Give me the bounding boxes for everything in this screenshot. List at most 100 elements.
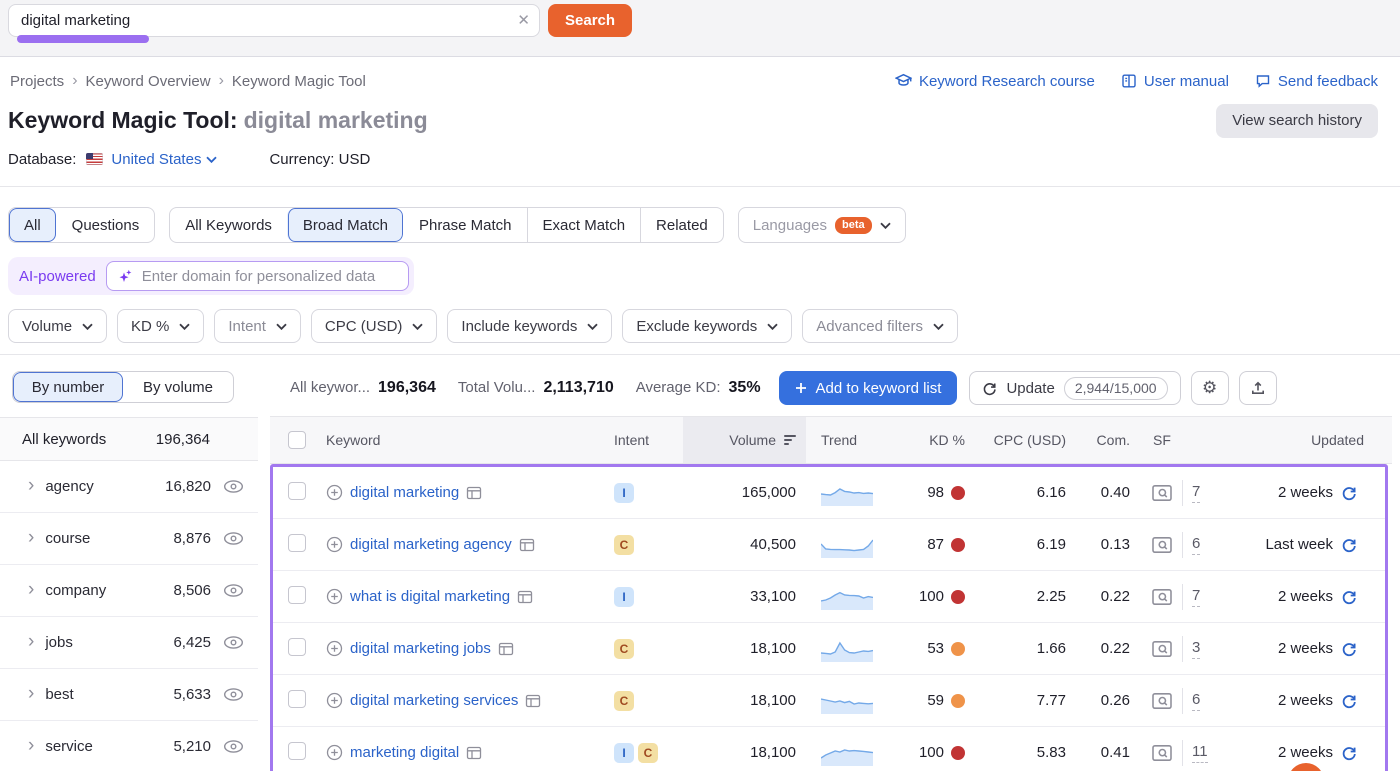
breadcrumb-item[interactable]: Projects xyxy=(10,73,64,90)
select-all-checkbox[interactable] xyxy=(288,431,306,449)
keyword-link[interactable]: what is digital marketing xyxy=(350,588,510,605)
update-button[interactable]: Update 2,944/15,000 xyxy=(969,371,1180,405)
serp-features-icon[interactable] xyxy=(1151,536,1173,554)
row-checkbox[interactable] xyxy=(288,638,306,656)
filter-dropdown[interactable]: CPC (USD) xyxy=(311,309,438,343)
row-checkbox[interactable] xyxy=(288,534,306,552)
sort-toggle-option[interactable]: By number xyxy=(13,372,123,402)
cpc-value: 2.25 xyxy=(971,588,1071,605)
filter-dropdown[interactable]: Intent xyxy=(214,309,301,343)
eye-icon[interactable] xyxy=(223,635,244,650)
keyword-link[interactable]: marketing digital xyxy=(350,744,459,761)
sort-toggle-option[interactable]: By volume xyxy=(123,372,233,402)
serp-preview-icon[interactable] xyxy=(466,746,482,760)
tab[interactable]: Exact Match xyxy=(527,208,641,242)
chevron-right-icon[interactable]: › xyxy=(28,476,34,495)
add-keyword-icon[interactable] xyxy=(326,692,343,709)
tab[interactable]: All Keywords xyxy=(170,208,287,242)
search-input[interactable] xyxy=(8,4,540,37)
chevron-right-icon[interactable]: › xyxy=(28,528,34,547)
keyword-group-row[interactable]: › course 8,876 xyxy=(0,513,258,565)
divider xyxy=(1182,688,1183,714)
serp-features-icon[interactable] xyxy=(1151,640,1173,658)
view-search-history-button[interactable]: View search history xyxy=(1216,104,1378,138)
row-checkbox[interactable] xyxy=(288,482,306,500)
kd-difficulty-dot xyxy=(951,642,965,656)
settings-button[interactable]: ⚙ xyxy=(1191,371,1229,405)
eye-icon[interactable] xyxy=(223,531,244,546)
chevron-right-icon[interactable]: › xyxy=(28,632,34,651)
row-checkbox[interactable] xyxy=(288,586,306,604)
chevron-right-icon[interactable]: › xyxy=(28,684,34,703)
chevron-right-icon[interactable]: › xyxy=(28,736,34,755)
all-questions-tab-group: All Questions xyxy=(8,207,155,243)
serp-features-icon[interactable] xyxy=(1151,744,1173,762)
serp-preview-icon[interactable] xyxy=(525,694,541,708)
breadcrumb-item[interactable]: Keyword Overview xyxy=(86,73,211,90)
filter-dropdown[interactable]: Advanced filters xyxy=(802,309,958,343)
keyword-group-row[interactable]: › jobs 6,425 xyxy=(0,617,258,669)
chevron-right-icon[interactable]: › xyxy=(28,580,34,599)
keyword-link[interactable]: digital marketing services xyxy=(350,692,518,709)
serp-preview-icon[interactable] xyxy=(466,486,482,500)
keyword-group-row[interactable]: › best 5,633 xyxy=(0,669,258,721)
volume-value: 18,100 xyxy=(683,692,806,709)
row-checkbox[interactable] xyxy=(288,690,306,708)
languages-dropdown[interactable]: Languages beta xyxy=(738,207,906,243)
keyword-research-course-link[interactable]: Keyword Research course xyxy=(895,73,1095,90)
add-keyword-icon[interactable] xyxy=(326,588,343,605)
sf-count[interactable]: 6 xyxy=(1192,691,1200,711)
sf-count[interactable]: 3 xyxy=(1192,639,1200,659)
add-keyword-icon[interactable] xyxy=(326,536,343,553)
tab[interactable]: Questions xyxy=(56,208,155,242)
export-button[interactable] xyxy=(1239,371,1277,405)
serp-features-icon[interactable] xyxy=(1151,588,1173,606)
tab[interactable]: Broad Match xyxy=(287,208,403,242)
user-manual-link[interactable]: User manual xyxy=(1121,73,1229,90)
average-kd-stat-value: 35% xyxy=(729,379,761,397)
filter-dropdown[interactable]: Exclude keywords xyxy=(622,309,792,343)
serp-features-icon[interactable] xyxy=(1151,692,1173,710)
trend-sparkline xyxy=(806,739,906,766)
row-checkbox[interactable] xyxy=(288,742,306,760)
filter-dropdown[interactable]: KD % xyxy=(117,309,204,343)
add-keyword-icon[interactable] xyxy=(326,744,343,761)
add-keyword-icon[interactable] xyxy=(326,640,343,657)
header-links: Keyword Research course User manual Send… xyxy=(895,73,1378,90)
sf-count[interactable]: 6 xyxy=(1192,535,1200,555)
sf-count[interactable]: 7 xyxy=(1192,587,1200,607)
eye-icon[interactable] xyxy=(223,739,244,754)
send-feedback-link[interactable]: Send feedback xyxy=(1255,73,1378,90)
keyword-link[interactable]: digital marketing jobs xyxy=(350,640,491,657)
domain-input[interactable] xyxy=(142,268,398,285)
eye-icon[interactable] xyxy=(223,479,244,494)
column-volume-sort[interactable]: Volume xyxy=(683,417,806,463)
tab[interactable]: Phrase Match xyxy=(403,208,527,242)
serp-preview-icon[interactable] xyxy=(517,590,533,604)
filter-dropdown[interactable]: Volume xyxy=(8,309,107,343)
database-selector[interactable]: United States xyxy=(111,151,217,168)
eye-icon[interactable] xyxy=(223,583,244,598)
add-to-keyword-list-button[interactable]: Add to keyword list xyxy=(779,371,958,405)
sf-count[interactable]: 11 xyxy=(1192,743,1208,763)
breadcrumb-item[interactable]: Keyword Magic Tool xyxy=(232,73,366,90)
keyword-link[interactable]: digital marketing agency xyxy=(350,536,512,553)
keyword-group-row[interactable]: › service 5,210 xyxy=(0,721,258,771)
serp-features-icon[interactable] xyxy=(1151,484,1173,502)
tab[interactable]: Related xyxy=(640,208,723,242)
search-button[interactable]: Search xyxy=(548,4,632,37)
keyword-group-row[interactable]: › agency 16,820 xyxy=(0,461,258,513)
table-row: digital marketing agency C 40,500 xyxy=(273,519,1385,571)
serp-preview-icon[interactable] xyxy=(519,538,535,552)
serp-preview-icon[interactable] xyxy=(498,642,514,656)
all-keywords-group[interactable]: All keywords 196,364 xyxy=(0,417,258,461)
keyword-link[interactable]: digital marketing xyxy=(350,484,459,501)
clear-icon[interactable]: ✕ xyxy=(517,11,530,29)
filter-dropdown[interactable]: Include keywords xyxy=(447,309,612,343)
eye-icon[interactable] xyxy=(223,687,244,702)
sf-count[interactable]: 7 xyxy=(1192,483,1200,503)
keyword-group-row[interactable]: › company 8,506 xyxy=(0,565,258,617)
tab[interactable]: All xyxy=(9,208,56,242)
add-keyword-icon[interactable] xyxy=(326,484,343,501)
cpc-value: 1.66 xyxy=(971,640,1071,657)
